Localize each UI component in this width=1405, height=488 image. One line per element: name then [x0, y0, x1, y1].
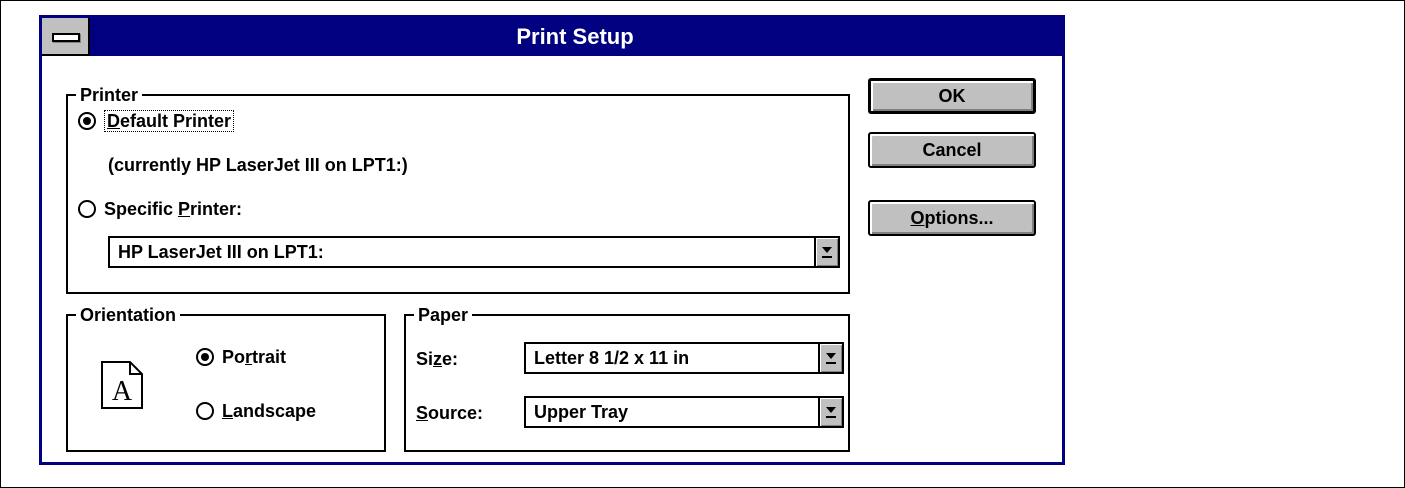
landscape-radio[interactable]: [196, 402, 214, 420]
dropdown-arrow-icon[interactable]: [814, 238, 838, 266]
portrait-radio[interactable]: [196, 348, 214, 366]
cancel-button[interactable]: Cancel: [868, 132, 1036, 168]
paper-group: Paper Size: Letter 8 1/2 x 11 in Source:…: [404, 304, 850, 452]
portrait-page-icon: A: [101, 361, 143, 409]
specific-printer-label[interactable]: Specific Printer:: [104, 198, 242, 220]
system-menu-button[interactable]: [42, 18, 90, 56]
printer-group-legend: Printer: [76, 84, 143, 106]
printer-group: Printer Default Printer (currently HP La…: [66, 84, 850, 294]
paper-group-legend: Paper: [414, 304, 473, 326]
title-bar[interactable]: Print Setup: [42, 18, 1062, 56]
options-button[interactable]: Options...: [868, 200, 1036, 236]
page-icon-letter: A: [112, 376, 133, 407]
portrait-label[interactable]: Portrait: [222, 346, 286, 368]
default-printer-label-rest: efault Printer: [120, 111, 232, 131]
specific-printer-dropdown[interactable]: HP LaserJet III on LPT1:: [108, 236, 840, 268]
specific-printer-value: HP LaserJet III on LPT1:: [118, 242, 324, 262]
paper-source-value: Upper Tray: [534, 402, 629, 422]
landscape-label[interactable]: Landscape: [222, 400, 316, 422]
ok-button[interactable]: OK: [868, 78, 1036, 114]
screen-canvas: Print Setup Printer Default Printer (cur…: [0, 0, 1405, 488]
specific-printer-radio[interactable]: [78, 200, 96, 218]
paper-size-dropdown[interactable]: Letter 8 1/2 x 11 in: [524, 342, 844, 374]
system-menu-icon: [52, 33, 80, 42]
dropdown-arrow-icon[interactable]: [818, 398, 842, 426]
paper-size-label: Size:: [416, 349, 459, 369]
dropdown-arrow-icon[interactable]: [818, 344, 842, 372]
print-setup-dialog: Print Setup Printer Default Printer (cur…: [39, 15, 1065, 465]
orientation-group: Orientation A Portrait Landscape: [66, 304, 386, 452]
paper-size-value: Letter 8 1/2 x 11 in: [534, 348, 690, 368]
paper-source-label: Source:: [416, 403, 484, 423]
orientation-group-legend: Orientation: [76, 304, 181, 326]
dialog-title: Print Setup: [516, 24, 634, 49]
default-printer-radio[interactable]: [78, 112, 96, 130]
default-printer-label[interactable]: Default Printer: [104, 110, 235, 132]
paper-source-dropdown[interactable]: Upper Tray: [524, 396, 844, 428]
current-printer-text: (currently HP LaserJet III on LPT1:): [108, 155, 408, 175]
